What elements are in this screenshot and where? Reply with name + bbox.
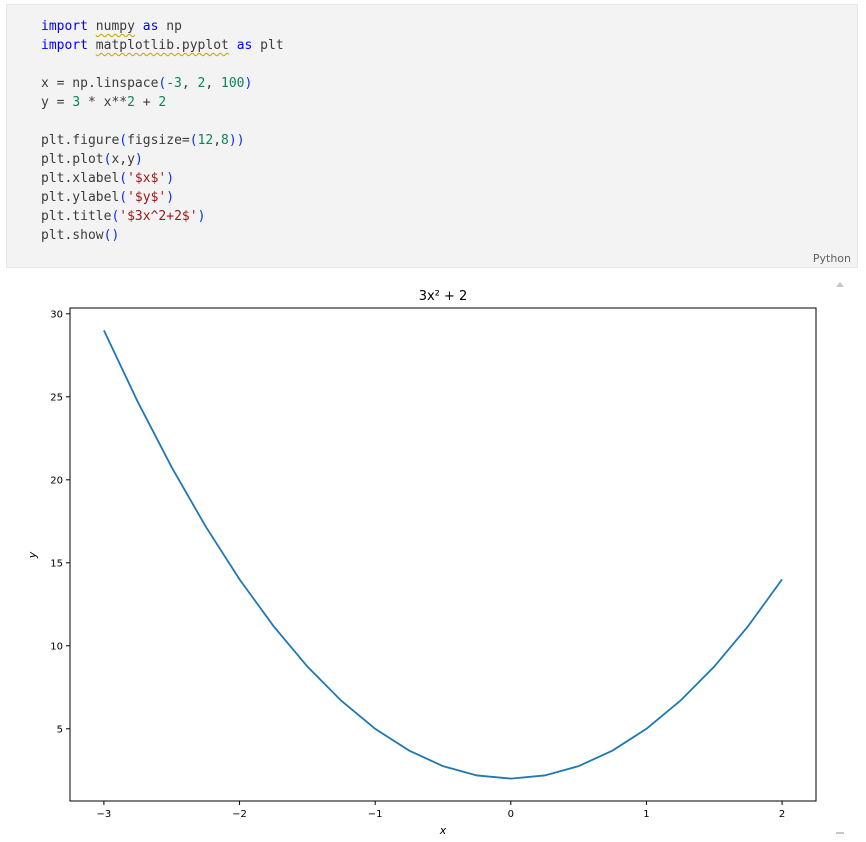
x-tick-label: −3 xyxy=(97,809,112,820)
code-token: ( xyxy=(189,133,198,148)
alias-name: plt xyxy=(260,38,284,53)
code-number: 100 xyxy=(221,76,245,91)
code-number: 2 xyxy=(158,95,167,110)
code-line: plt.plot(x,y) xyxy=(41,150,284,169)
code-token: * x** xyxy=(80,95,128,110)
code-token: ) xyxy=(134,152,143,167)
line-chart: 3x² + 2 x y −3 −2 −1 0 1 2 5 10 15 20 25 30 xyxy=(26,289,817,837)
cell-output: 3x² + 2 x y −3 −2 −1 0 1 2 5 10 15 20 25 30 xyxy=(0,272,866,838)
code-number: 2 xyxy=(127,95,135,110)
plot-area-frame xyxy=(69,307,817,802)
code-token: plt.xlabel xyxy=(41,171,120,186)
code-string: '$3x^2+2$' xyxy=(119,209,198,224)
code-token: plt.figure xyxy=(41,133,120,148)
x-tick-label: 2 xyxy=(779,809,785,820)
code-token: ) xyxy=(236,133,245,148)
x-tick-label: −1 xyxy=(368,809,383,820)
scrollbar-thumb[interactable] xyxy=(836,832,844,834)
code-string: '$y$' xyxy=(127,190,167,205)
y-tick-label: 30 xyxy=(50,309,63,320)
code-token: , xyxy=(205,76,222,91)
code-token: , xyxy=(213,133,222,148)
code-token: ( xyxy=(119,171,128,186)
code-editor[interactable]: import numpy as np import matplotlib.pypl… xyxy=(41,17,284,245)
code-line: plt.ylabel('$y$') xyxy=(41,188,284,207)
code-token: x = np.linspace xyxy=(41,76,159,91)
keyword-import: import xyxy=(41,19,88,34)
x-axis-label: x xyxy=(439,824,447,837)
module-name: numpy xyxy=(95,19,135,34)
code-token: () xyxy=(103,228,120,243)
code-token: , xyxy=(181,76,198,91)
y-tick-label: 20 xyxy=(50,475,63,486)
y-axis-label: y xyxy=(26,551,39,559)
code-number: 3 xyxy=(72,95,81,110)
module-name: matplotlib.pyplot xyxy=(95,38,229,53)
alias-name: np xyxy=(166,19,182,34)
code-token: ) xyxy=(228,133,237,148)
code-number: 12 xyxy=(197,133,214,148)
code-token: plt.plot xyxy=(41,152,104,167)
code-number: -3 xyxy=(166,76,182,91)
code-line: plt.xlabel('$x$') xyxy=(41,169,284,188)
x-axis-ticks: −3 −2 −1 0 1 2 xyxy=(97,801,785,820)
scroll-up-arrow-icon[interactable] xyxy=(836,282,844,287)
code-token: ) xyxy=(244,76,253,91)
keyword-import: import xyxy=(41,38,88,53)
keyword-as: as xyxy=(236,38,253,53)
code-line: import matplotlib.pyplot as plt xyxy=(41,36,284,55)
series-line xyxy=(103,330,783,780)
chart-title: 3x² + 2 xyxy=(419,289,468,304)
x-tick-label: −2 xyxy=(232,809,247,820)
code-token: ) xyxy=(166,171,175,186)
code-token: y = xyxy=(41,95,73,110)
code-token: figsize= xyxy=(127,133,190,148)
code-token: ( xyxy=(119,133,128,148)
keyword-as: as xyxy=(142,19,159,34)
code-line: x = np.linspace(-3, 2, 100) xyxy=(41,74,284,93)
code-line: plt.show() xyxy=(41,226,284,245)
code-token: ) xyxy=(166,190,175,205)
code-number: 8 xyxy=(221,133,229,148)
code-token: x,y xyxy=(111,152,135,167)
code-token: ( xyxy=(119,190,128,205)
code-line: y = 3 * x**2 + 2 xyxy=(41,93,284,112)
code-string: '$x$' xyxy=(127,171,167,186)
y-tick-label: 25 xyxy=(50,392,63,403)
code-line: plt.title('$3x^2+2$') xyxy=(41,207,284,226)
code-line: plt.figure(figsize=(12,8)) xyxy=(41,131,284,150)
y-axis-ticks: 5 10 15 20 25 30 xyxy=(50,309,70,735)
x-tick-label: 1 xyxy=(643,809,649,820)
x-tick-label: 0 xyxy=(508,809,514,820)
code-line: import numpy as np xyxy=(41,17,284,36)
y-tick-label: 10 xyxy=(50,641,63,652)
code-token: plt.show xyxy=(41,228,104,243)
code-token: plt.ylabel xyxy=(41,190,120,205)
code-token: + xyxy=(134,95,159,110)
y-tick-label: 5 xyxy=(57,724,63,735)
cell-language-label[interactable]: Python xyxy=(813,252,851,265)
code-cell[interactable]: import numpy as np import matplotlib.pypl… xyxy=(6,4,858,268)
code-token: ) xyxy=(197,209,206,224)
y-tick-label: 15 xyxy=(50,558,63,569)
code-token: plt.title xyxy=(41,209,112,224)
